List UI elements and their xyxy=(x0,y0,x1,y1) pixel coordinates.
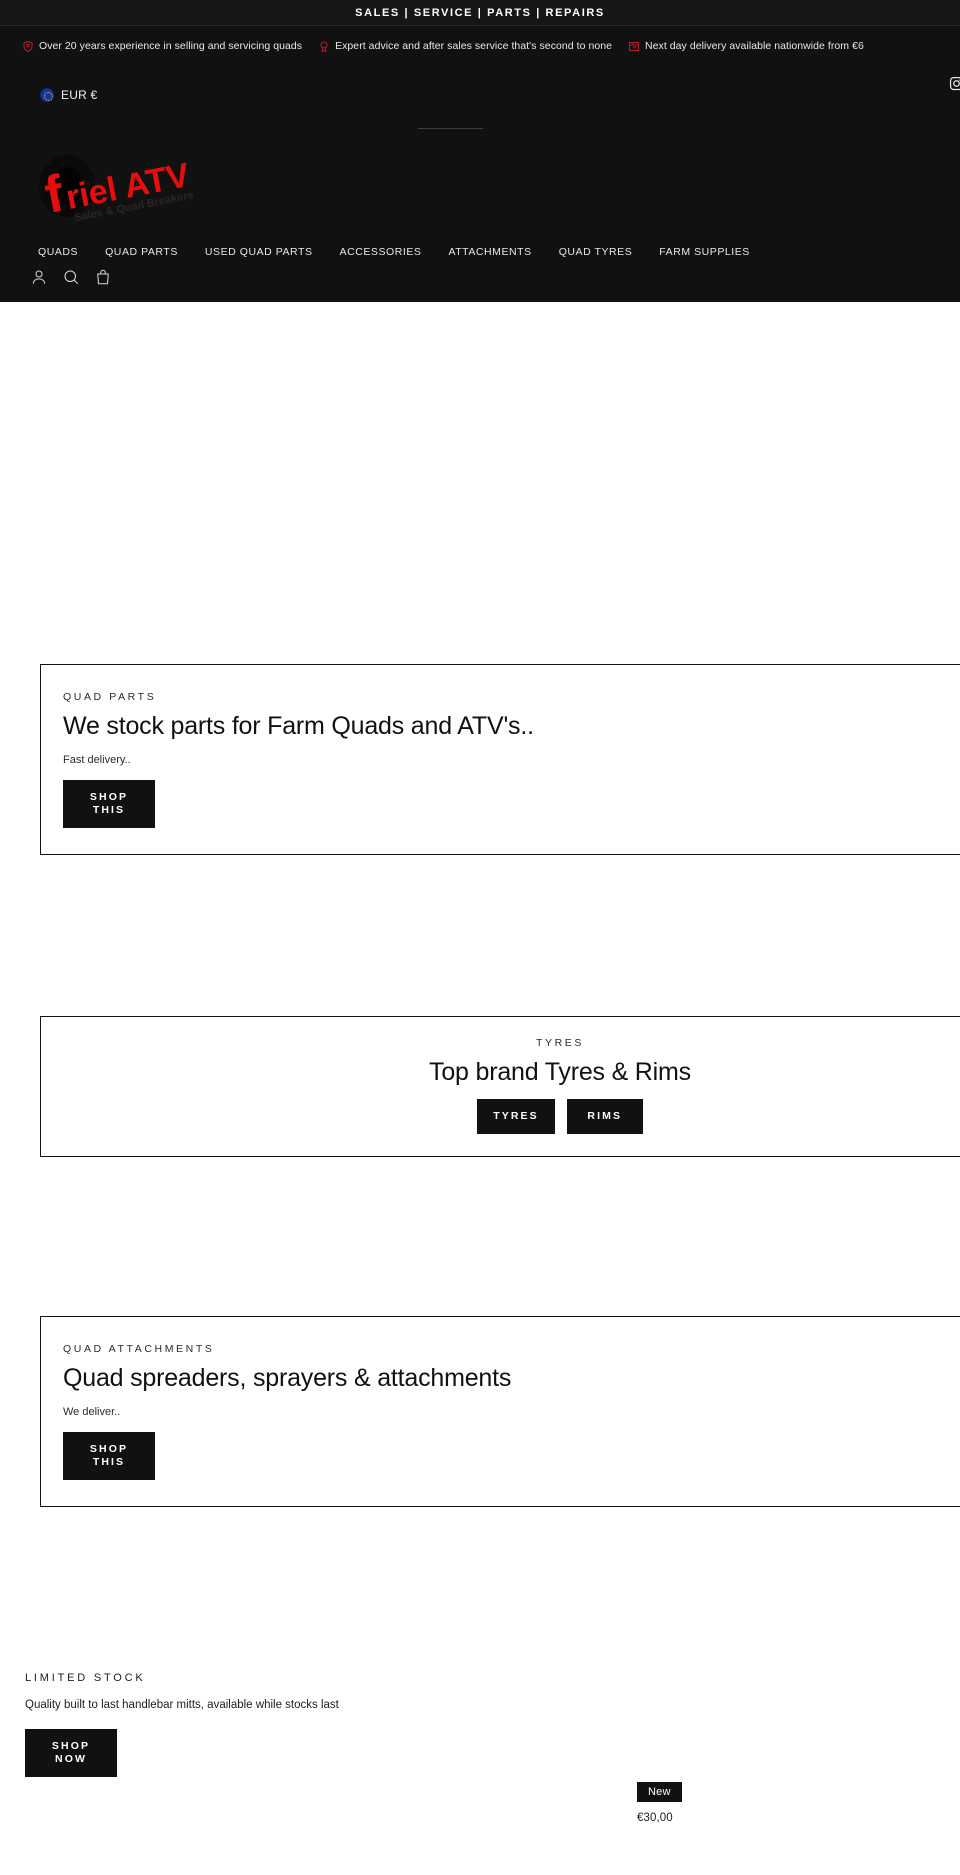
promo-eyebrow-attachments: QUAD ATTACHMENTS xyxy=(63,1343,215,1355)
delivery-box-icon xyxy=(628,40,640,53)
currency-selector[interactable]: EUR € xyxy=(40,88,97,102)
promo-eyebrow-quad-parts: QUAD PARTS xyxy=(63,691,157,703)
shop-this-button-line1: SHOP xyxy=(89,791,129,804)
search-icon[interactable] xyxy=(62,268,80,286)
status-badge: New xyxy=(637,1782,682,1802)
instagram-icon[interactable] xyxy=(949,76,960,91)
nav-item-accessories[interactable]: ACCESSORIES xyxy=(340,246,422,258)
product-price: €30,00 xyxy=(637,1812,673,1824)
product-teaser[interactable]: New €30,00 xyxy=(637,1782,777,1824)
shop-this-attachments-line1: SHOP xyxy=(89,1443,129,1456)
header-divider xyxy=(418,128,483,129)
shop-now-button[interactable]: SHOP NOW xyxy=(25,1728,117,1777)
promo-button-row-tyres: TYRES RIMS xyxy=(41,1098,960,1134)
promo-card-quad-parts: QUAD PARTS We stock parts for Farm Quads… xyxy=(40,664,960,856)
shop-now-button-line1: SHOP xyxy=(51,1739,91,1752)
nav-item-attachments[interactable]: ATTACHMENTS xyxy=(448,246,531,258)
promo-eyebrow-tyres: TYRES xyxy=(535,1037,584,1049)
site-logo[interactable]: f riel ATV Sales & Quad Breakers xyxy=(25,151,225,223)
promo-heading-tyres: Top brand Tyres & Rims xyxy=(429,1058,691,1086)
promo-card-attachments: QUAD ATTACHMENTS Quad spreaders, sprayer… xyxy=(40,1316,960,1508)
nav-item-quads[interactable]: QUADS xyxy=(38,246,78,258)
limited-stock-block: LIMITED STOCK Quality built to last hand… xyxy=(25,1672,445,1777)
limited-stock-text: Quality built to last handlebar mitts, a… xyxy=(25,1699,339,1711)
announcement-bar: SALES | SERVICE | PARTS | REPAIRS xyxy=(0,0,960,26)
usp-item-delivery: Next day delivery available nationwide f… xyxy=(628,40,864,53)
promo-heading-attachments: Quad spreaders, sprayers & attachments xyxy=(63,1364,512,1392)
announcement-text: SALES | SERVICE | PARTS | REPAIRS xyxy=(355,6,605,19)
nav-item-quad-parts[interactable]: QUAD PARTS xyxy=(105,246,178,258)
medal-icon xyxy=(318,40,330,53)
promo-section: QUAD PARTS We stock parts for Farm Quads… xyxy=(0,302,960,1852)
promo-sub-attachments: We deliver.. xyxy=(63,1405,121,1418)
shop-this-button-attachments[interactable]: SHOP THIS xyxy=(63,1432,155,1481)
header-tools xyxy=(30,268,112,286)
cart-icon[interactable] xyxy=(94,268,112,286)
nav-item-used-quad-parts[interactable]: USED QUAD PARTS xyxy=(205,246,313,258)
shop-now-button-line2: NOW xyxy=(55,1752,87,1765)
social-links xyxy=(949,76,960,91)
usp-text-advice: Expert advice and after sales service th… xyxy=(335,39,613,52)
account-icon[interactable] xyxy=(30,268,48,286)
usp-text-delivery: Next day delivery available nationwide f… xyxy=(645,39,864,52)
currency-label: EUR € xyxy=(61,88,98,102)
site-header: f riel ATV Sales & Quad Breakers QUADS Q… xyxy=(0,108,960,302)
shield-icon xyxy=(22,40,34,53)
usp-item-experience: Over 20 years experience in selling and … xyxy=(22,40,302,53)
eu-flag-icon xyxy=(40,88,54,102)
shop-this-attachments-line2: THIS xyxy=(92,1456,126,1469)
limited-stock-eyebrow: LIMITED STOCK xyxy=(25,1672,146,1684)
main-navigation: QUADS QUAD PARTS USED QUAD PARTS ACCESSO… xyxy=(38,246,750,258)
shop-this-button-line2: THIS xyxy=(92,804,126,817)
tyres-button[interactable]: TYRES xyxy=(477,1098,555,1134)
usp-text-experience: Over 20 years experience in selling and … xyxy=(39,39,303,52)
promo-heading-quad-parts: We stock parts for Farm Quads and ATV's.… xyxy=(63,712,534,740)
promo-card-tyres: TYRES Top brand Tyres & Rims TYRES RIMS xyxy=(40,1016,960,1157)
usp-item-advice: Expert advice and after sales service th… xyxy=(318,40,612,53)
usp-bar: Over 20 years experience in selling and … xyxy=(0,26,960,66)
rims-button[interactable]: RIMS xyxy=(566,1098,643,1134)
promo-sub-quad-parts: Fast delivery.. xyxy=(63,753,131,766)
nav-item-farm-supplies[interactable]: FARM SUPPLIES xyxy=(659,246,750,258)
nav-item-quad-tyres[interactable]: QUAD TYRES xyxy=(559,246,633,258)
utility-bar: EUR € xyxy=(0,66,960,108)
shop-this-button-quad-parts[interactable]: SHOP THIS xyxy=(63,780,155,829)
